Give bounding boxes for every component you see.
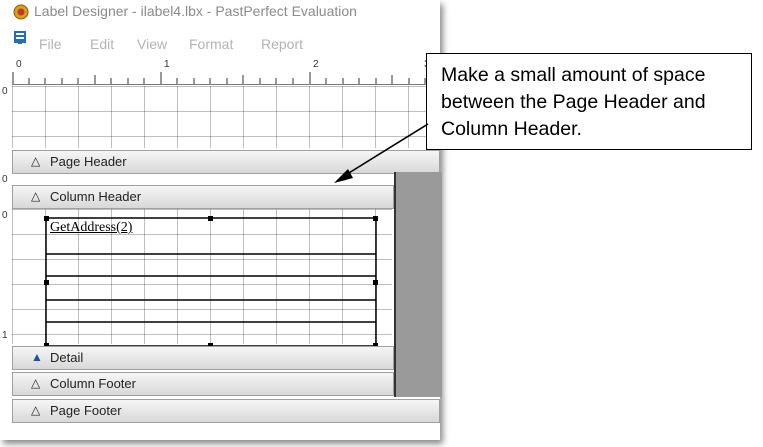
- ruler-mark-2: 2: [313, 59, 319, 70]
- detail-band[interactable]: ▲ Detail: [12, 346, 394, 370]
- ruler-mark-1: 1: [164, 59, 170, 70]
- menu-format[interactable]: Format: [189, 37, 233, 51]
- window-title: Label Designer - ilabel4.lbx - PastPerfe…: [34, 3, 357, 19]
- collapse-up-icon: △: [31, 403, 41, 417]
- vruler-mark-page: 0: [2, 86, 8, 97]
- ruler-mark-0: 0: [16, 59, 22, 70]
- menu-view[interactable]: View: [137, 37, 167, 51]
- page-footer-label: Page Footer: [50, 403, 122, 418]
- menu-report[interactable]: Report: [261, 37, 303, 51]
- collapse-up-icon: △: [31, 376, 41, 390]
- ruler-ticks: [12, 72, 426, 84]
- unused-area: [394, 172, 442, 397]
- collapse-up-icon: △: [31, 189, 41, 203]
- menu-edit[interactable]: Edit: [90, 37, 114, 51]
- vruler-mark-one: 1: [2, 330, 8, 341]
- column-footer-band[interactable]: △ Column Footer: [12, 372, 394, 396]
- title-bar: Label Designer - ilabel4.lbx - PastPerfe…: [0, 0, 440, 24]
- detail-label: Detail: [50, 350, 84, 365]
- document-menu-icon[interactable]: [12, 29, 28, 45]
- label-designer-window: Label Designer - ilabel4.lbx - PastPerfe…: [0, 0, 442, 440]
- app-icon: [13, 4, 29, 20]
- column-footer-label: Column Footer: [50, 376, 136, 391]
- vruler-mark-detail: 0: [2, 210, 8, 221]
- collapse-up-icon: △: [31, 154, 41, 168]
- callout-text: Make a small amount of space between the…: [441, 64, 706, 140]
- vruler-mark-column: 0: [2, 174, 8, 185]
- page-footer-band[interactable]: △ Page Footer: [12, 399, 440, 423]
- callout-box: Make a small amount of space between the…: [426, 53, 752, 150]
- horizontal-ruler: 0 1 2 3: [12, 58, 440, 85]
- page-header-label: Page Header: [50, 154, 127, 169]
- address-field[interactable]: GetAddress(2): [50, 220, 132, 236]
- collapse-down-icon: ▲: [31, 350, 43, 364]
- column-header-label: Column Header: [50, 189, 142, 204]
- callout-arrow: [334, 123, 429, 183]
- menu-file[interactable]: File: [39, 37, 62, 51]
